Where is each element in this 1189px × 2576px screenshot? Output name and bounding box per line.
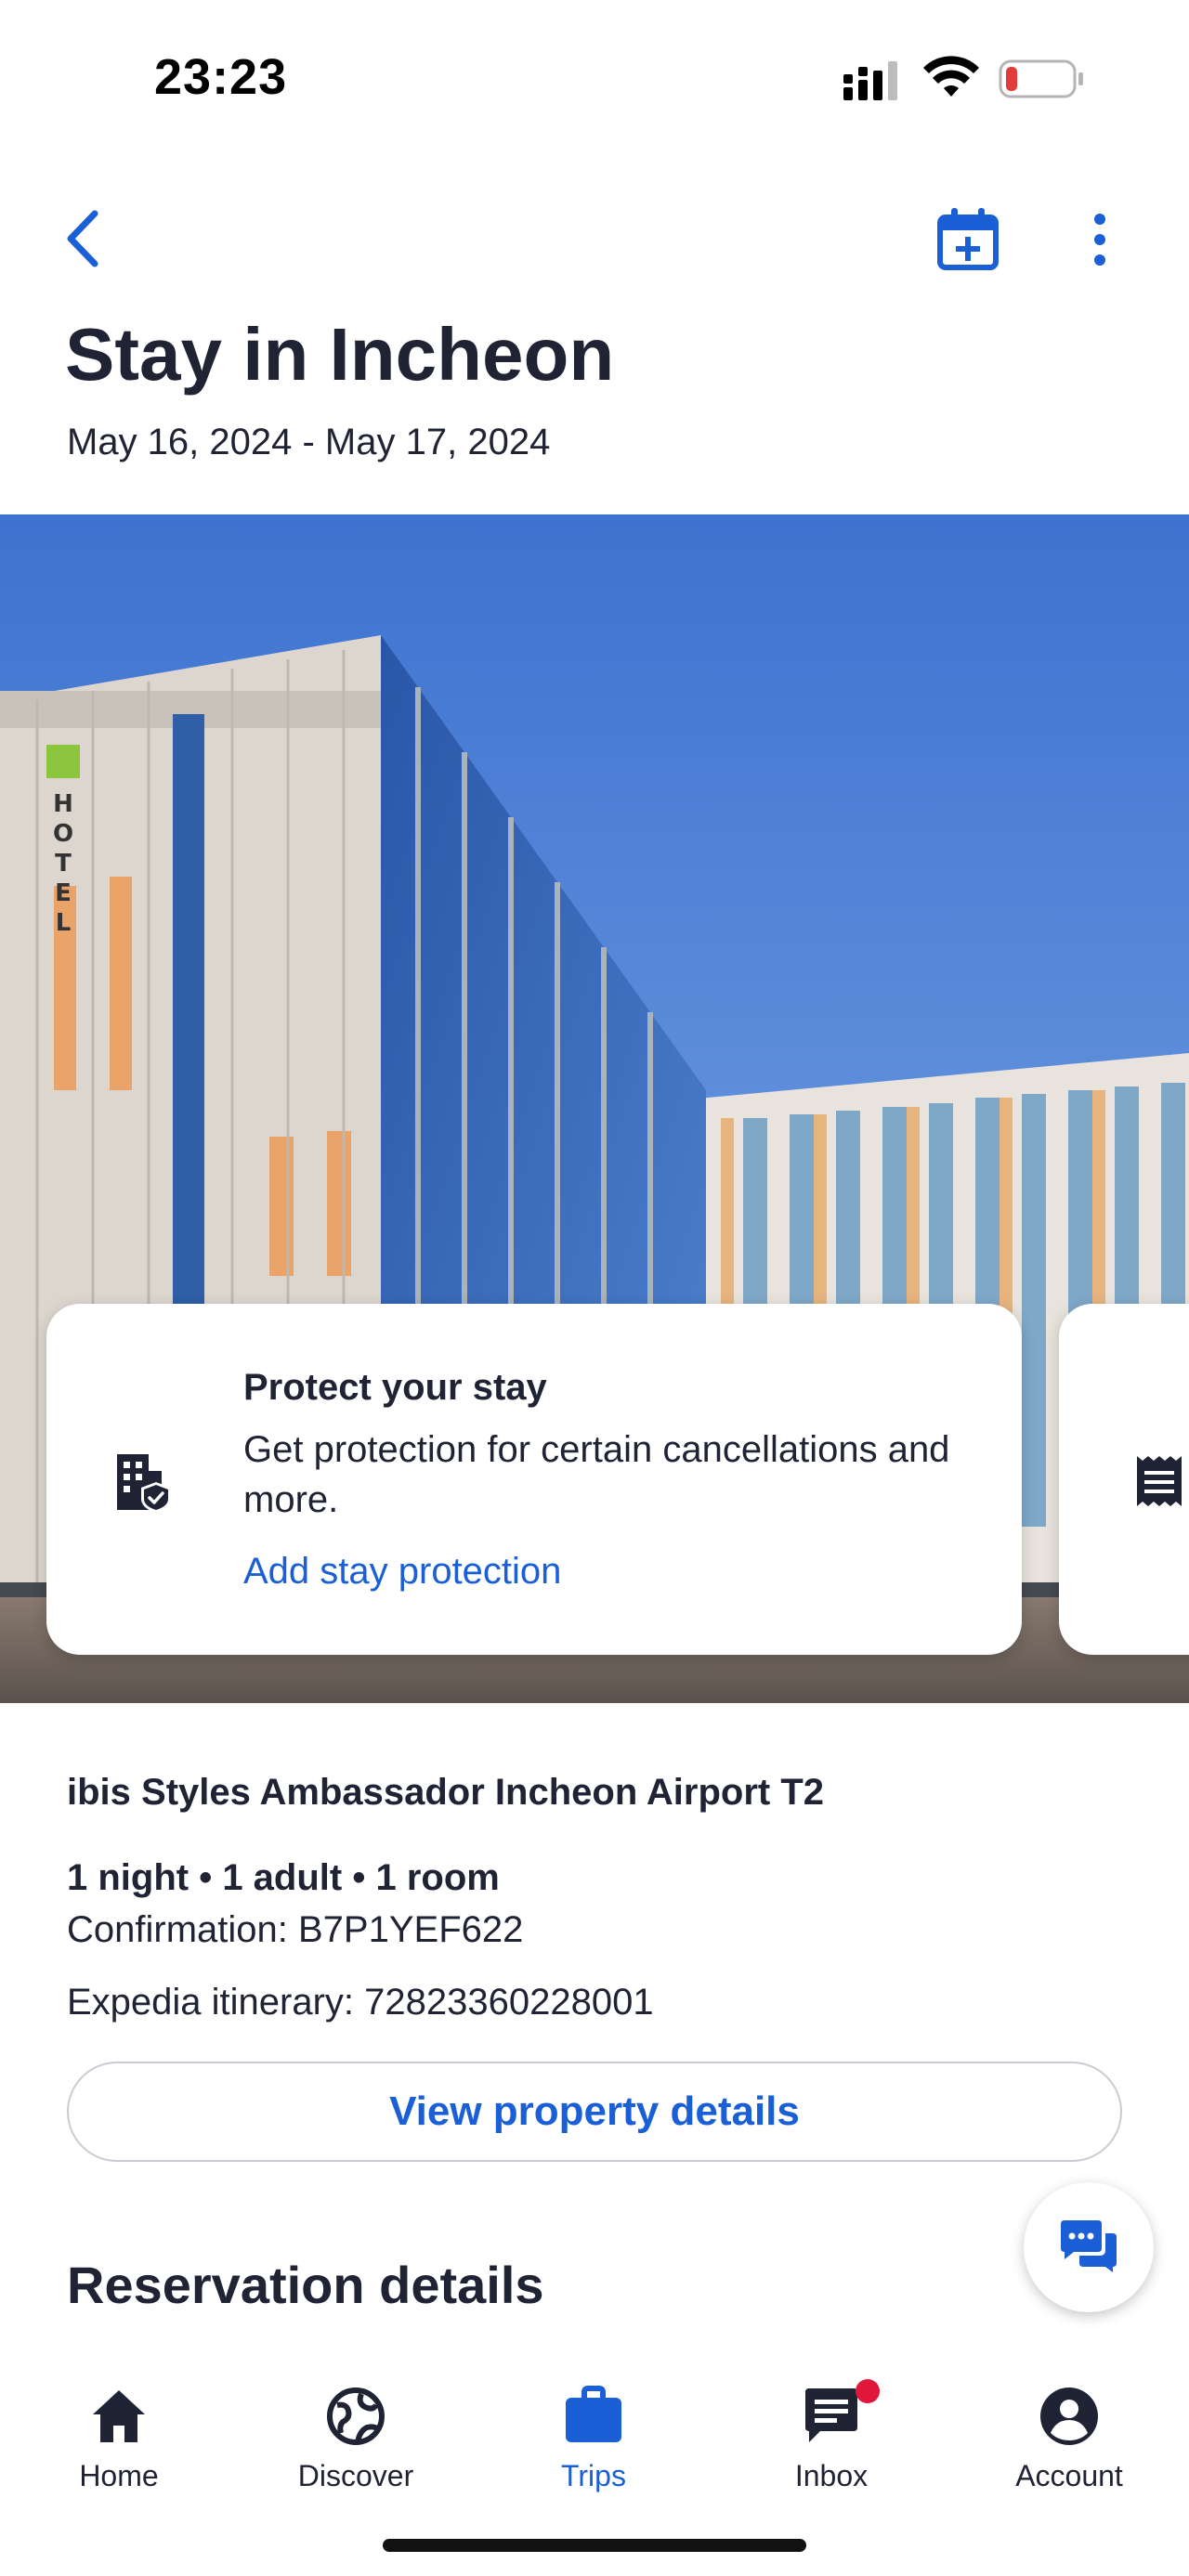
svg-text:L: L	[56, 909, 72, 937]
chat-button[interactable]	[1024, 2182, 1154, 2312]
inbox-icon	[805, 2388, 857, 2442]
home-indicator	[383, 2539, 806, 2552]
nav-account[interactable]: Account	[976, 2359, 1162, 2498]
battery-low-icon	[999, 59, 1083, 98]
globe-icon	[327, 2387, 385, 2445]
nav-inbox-label: Inbox	[794, 2459, 869, 2492]
hotel-name: ibis Styles Ambassador Incheon Airport T…	[67, 1772, 824, 1813]
home-icon	[93, 2390, 145, 2442]
status-time: 23:23	[154, 49, 288, 105]
page-title: Stay in Incheon	[65, 313, 615, 396]
reservation-details-heading: Reservation details	[67, 2256, 544, 2314]
building-shield-icon	[117, 1454, 171, 1513]
wifi-icon	[923, 56, 979, 97]
account-icon	[1040, 2387, 1098, 2445]
receipt-icon	[1137, 1456, 1182, 1506]
chat-bubbles-icon	[1061, 2220, 1117, 2272]
trip-dates: May 16, 2024 - May 17, 2024	[67, 422, 551, 462]
protect-stay-card[interactable]: Protect your stay Get protection for cer…	[46, 1304, 1022, 1655]
svg-text:H: H	[53, 790, 73, 818]
svg-text:T: T	[55, 850, 72, 878]
nav-inbox[interactable]: Inbox	[738, 2359, 924, 2498]
protect-title: Protect your stay	[243, 1367, 547, 1408]
confirmation-number: Confirmation: B7P1YEF622	[67, 1909, 524, 1950]
nav-discover[interactable]: Discover	[263, 2359, 449, 2498]
next-carousel-card[interactable]	[1059, 1304, 1189, 1655]
back-button[interactable]	[58, 206, 113, 271]
briefcase-icon	[566, 2386, 621, 2442]
nav-account-label: Account	[1015, 2459, 1123, 2492]
nav-home-label: Home	[79, 2459, 159, 2492]
status-bar: 23:23	[0, 0, 1189, 158]
svg-text:E: E	[55, 879, 72, 907]
more-vertical-icon[interactable]	[1083, 210, 1117, 269]
calendar-add-icon[interactable]	[936, 206, 1000, 271]
protect-description: Get protection for certain cancellations…	[243, 1429, 950, 1520]
nav-trips-label: Trips	[561, 2459, 626, 2492]
view-property-details-button[interactable]: View property details	[67, 2062, 1122, 2162]
stay-summary: 1 night • 1 adult • 1 room	[67, 1857, 500, 1898]
svg-text:O: O	[53, 820, 73, 848]
nav-discover-label: Discover	[297, 2459, 414, 2492]
add-stay-protection-link[interactable]: Add stay protection	[243, 1551, 561, 1593]
inbox-notification-badge	[856, 2379, 880, 2403]
nav-trips[interactable]: Trips	[501, 2359, 686, 2498]
nav-home[interactable]: Home	[26, 2359, 212, 2498]
itinerary-number: Expedia itinerary: 72823360228001	[67, 1982, 654, 2023]
cellular-signal-icon	[843, 61, 897, 100]
